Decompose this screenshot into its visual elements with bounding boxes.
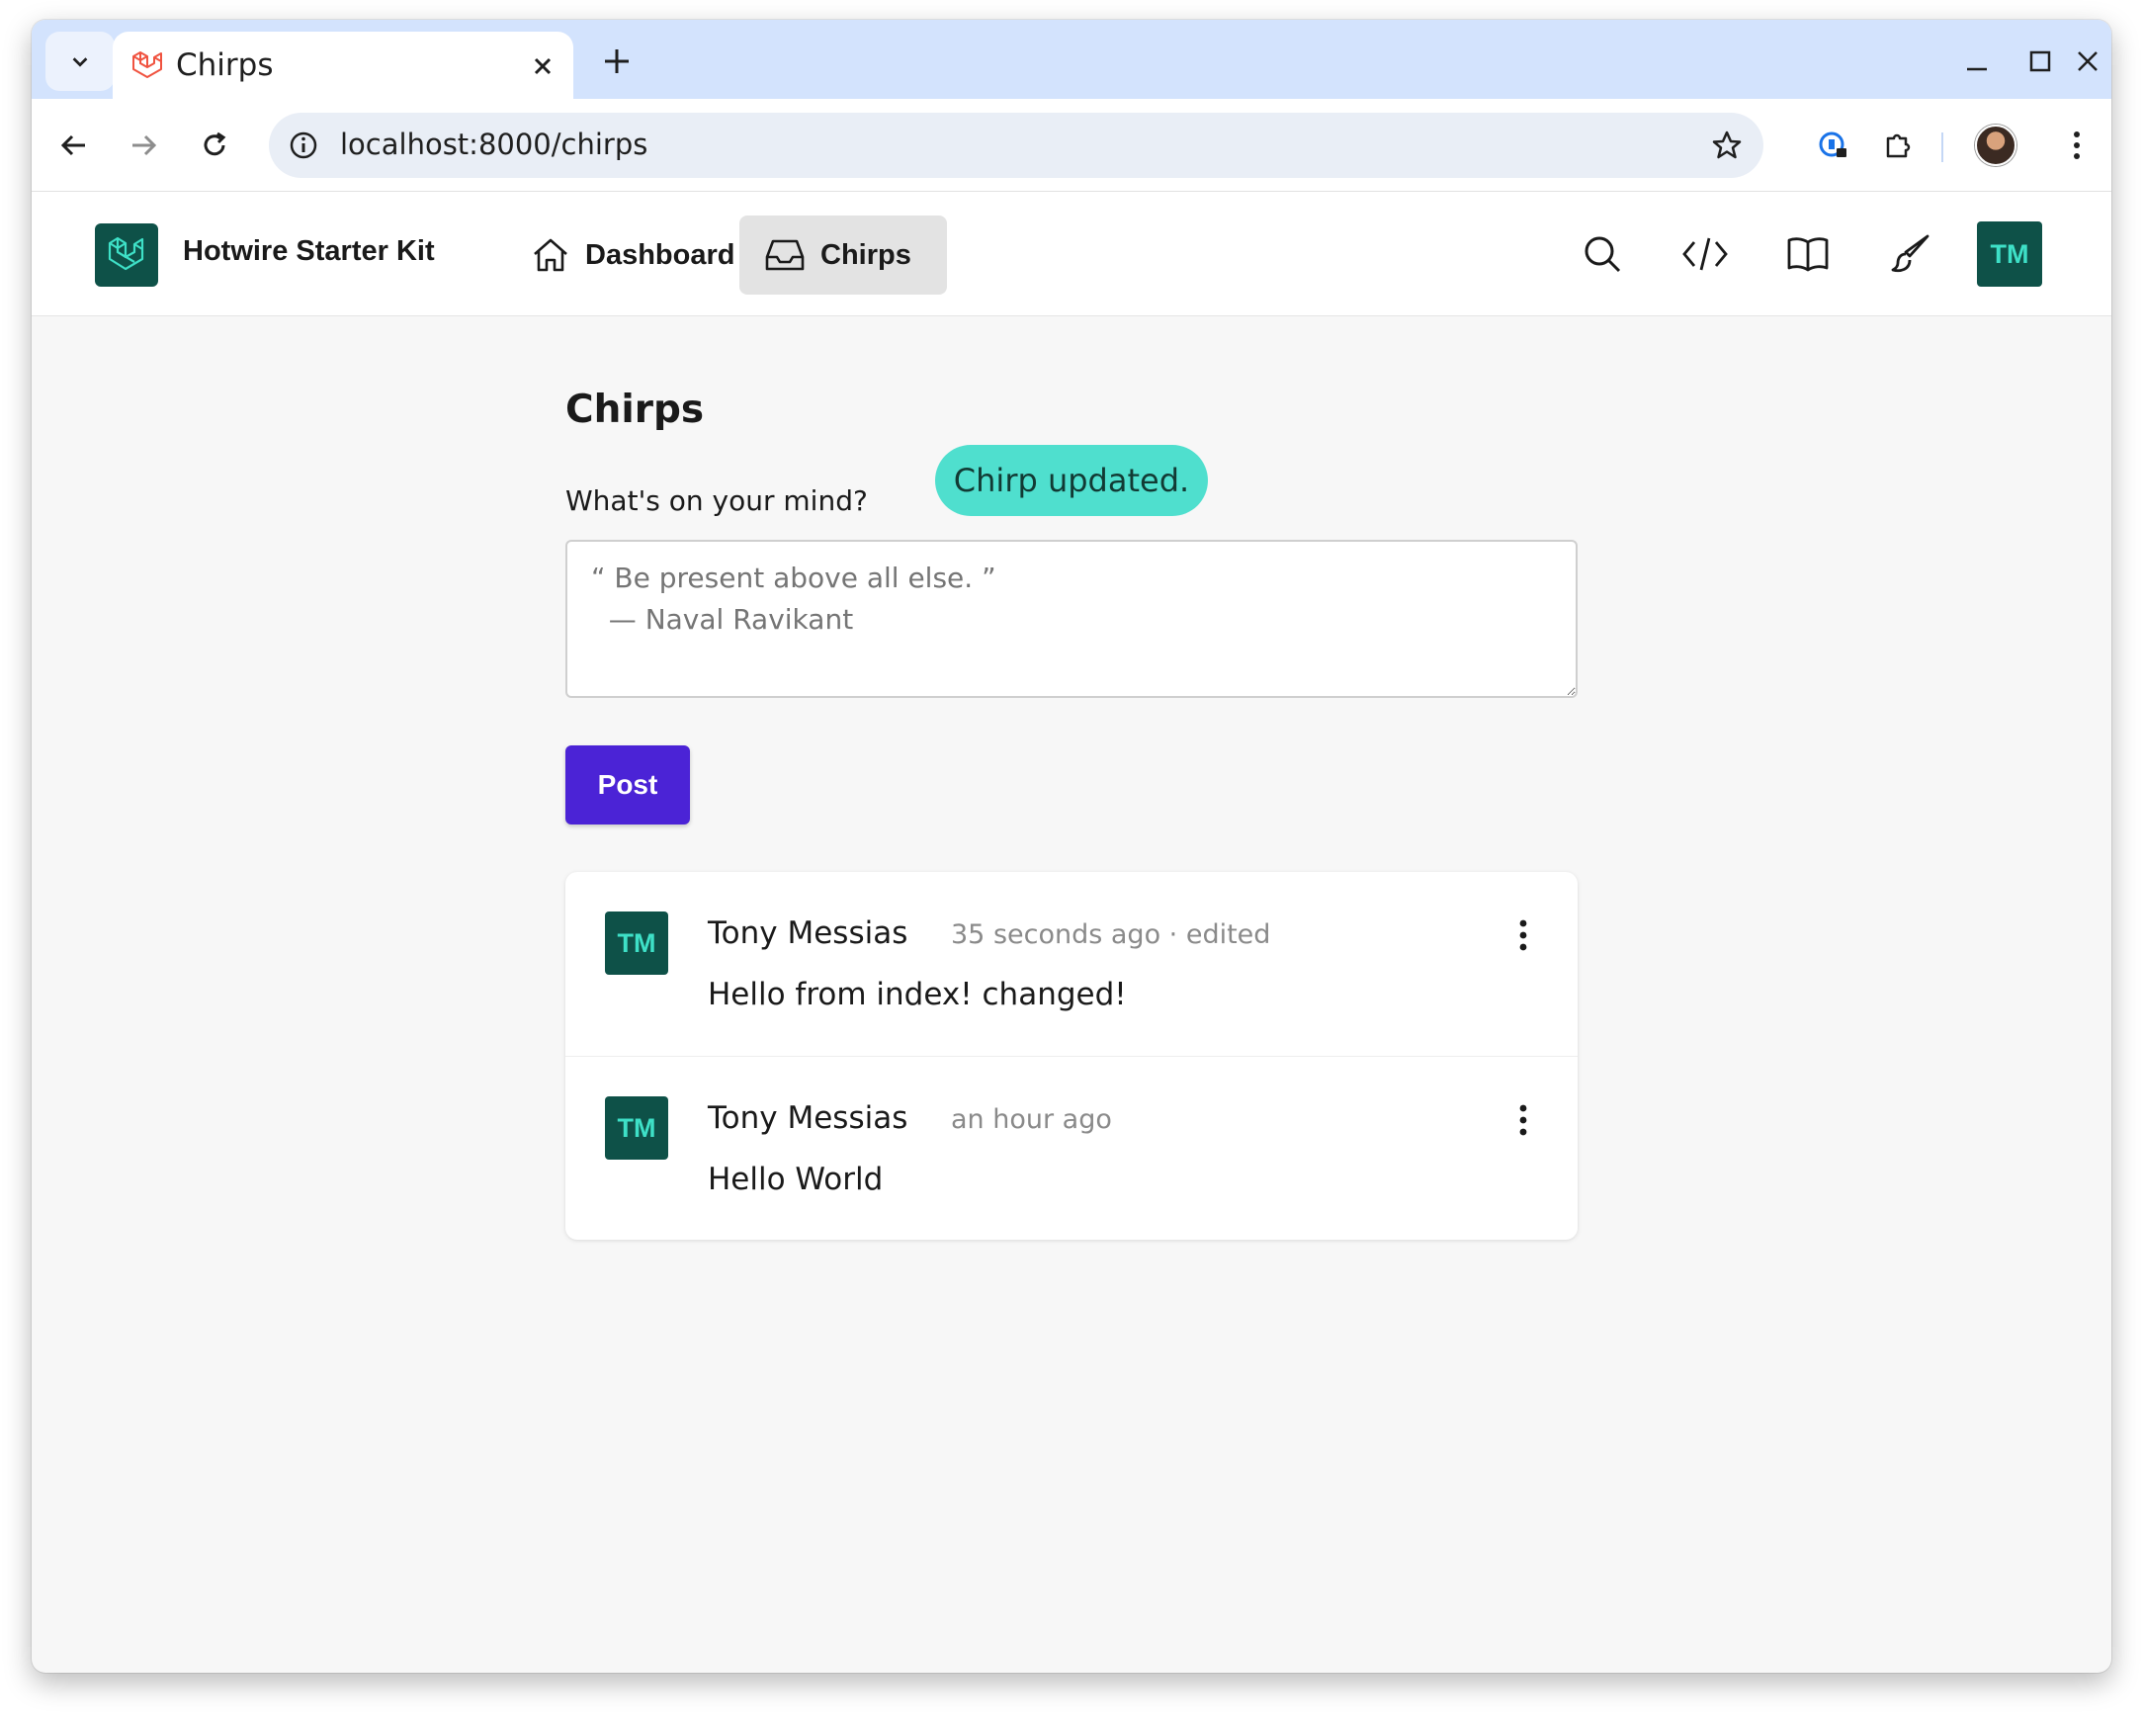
user-avatar[interactable]: TM [1977,221,2042,287]
window-close-icon[interactable] [2070,43,2105,79]
book-open-icon [1787,237,1829,272]
documentation-button[interactable] [1783,229,1833,279]
post-button[interactable]: Post [565,745,690,825]
tab-title: Chirps [176,47,274,83]
code-icon [1682,237,1728,271]
chirp-options-button[interactable] [1508,1098,1538,1142]
url-text: localhost:8000/chirps [340,128,648,161]
flash-toast: Chirp updated. [935,445,1208,516]
composer-label: What's on your mind? [565,484,868,517]
chirp-options-button[interactable] [1508,913,1538,957]
browser-profile-avatar[interactable] [1975,125,2016,166]
chirp-list: TM Tony Messias 35 seconds ago · edited … [565,872,1578,1240]
address-bar[interactable]: localhost:8000/chirps [269,113,1763,178]
more-vertical-icon [2074,131,2080,159]
new-tab-plus-icon[interactable] [599,43,635,79]
arrow-right-icon [132,134,157,156]
browser-tab-chirps[interactable]: Chirps [113,32,573,99]
chirp-item: TM Tony Messias 35 seconds ago · edited … [565,872,1578,1056]
more-vertical-icon [1519,919,1527,951]
chirp-message: Hello from index! changed! [708,977,1127,1012]
tab-search-button[interactable] [45,32,115,91]
extensions-button[interactable] [1876,123,1922,168]
password-key-icon [1819,131,1846,157]
chirp-message: Hello World [708,1162,884,1197]
more-vertical-icon [1519,1104,1527,1136]
laravel-favicon-icon [132,51,162,78]
browser-menu-button[interactable] [2054,123,2100,168]
reload-icon [204,131,226,156]
laravel-logo-icon [108,236,144,271]
app-logo[interactable] [95,223,158,287]
appearance-button[interactable] [1886,229,1935,279]
chevron-down-icon [72,57,88,67]
nav-chirps-label: Chirps [820,238,911,271]
forward-button[interactable] [121,123,166,168]
reload-button[interactable] [192,123,237,168]
search-button[interactable] [1578,229,1627,279]
arrow-left-icon [60,134,85,156]
chirp-author: Tony Messias [708,915,908,951]
chirp-timestamp: an hour ago [951,1104,1112,1135]
brand-name[interactable]: Hotwire Starter Kit [183,235,435,268]
nav-chirps[interactable]: Chirps [739,216,947,295]
repository-button[interactable] [1680,229,1730,279]
toolbar-separator [1941,132,1943,162]
app-header: Hotwire Starter Kit Dashboard Chirps TM [32,192,2111,316]
back-button[interactable] [51,123,97,168]
bookmark-star-icon[interactable] [1708,127,1746,164]
chirp-timestamp: 35 seconds ago · edited [951,919,1271,950]
avatar: TM [605,1096,668,1160]
home-icon [534,238,567,272]
avatar: TM [605,911,668,975]
maximize-icon[interactable] [2022,43,2058,79]
search-icon [1585,236,1621,273]
tab-strip: Chirps [32,20,2111,99]
nav-dashboard-label: Dashboard [585,238,735,271]
minimize-icon[interactable] [1959,43,1995,79]
nav-dashboard[interactable]: Dashboard [506,216,758,295]
browser-window: Chirps localhost:8000/chirps Hotwire Sta… [32,20,2111,1673]
chirp-author: Tony Messias [708,1100,908,1136]
site-info-icon[interactable] [285,127,322,164]
browser-toolbar: localhost:8000/chirps [32,99,2111,192]
page-title: Chirps [565,388,705,432]
paintbrush-icon [1891,234,1929,273]
chirp-message-input[interactable] [565,540,1578,698]
password-manager-button[interactable] [1811,123,1856,168]
chirp-item: TM Tony Messias an hour ago Hello World [565,1056,1578,1240]
puzzle-icon [1886,133,1911,158]
inbox-icon [765,239,805,271]
close-icon[interactable] [528,51,557,81]
